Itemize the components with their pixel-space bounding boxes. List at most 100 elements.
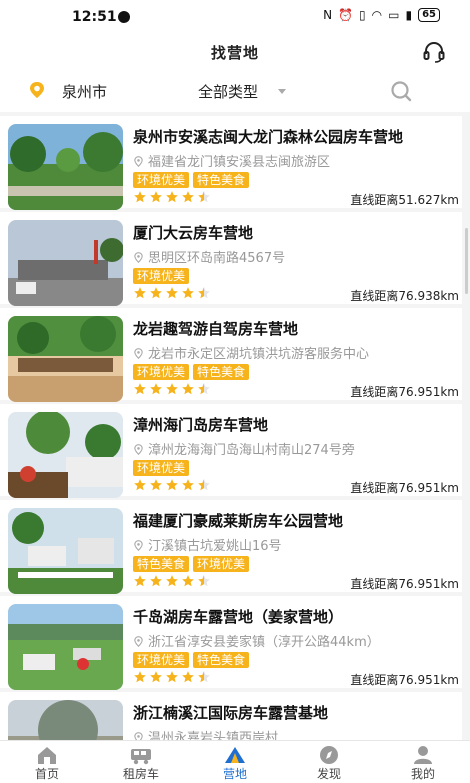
camp-address-text: 福建省龙门镇安溪县志闽旅游区 <box>148 155 331 170</box>
camp-tags: 环境优美 特色美食 <box>133 364 250 380</box>
star-icon <box>134 287 146 299</box>
status-icons: N ⏰ ▯ ◠ ▭ ▮ 65 <box>323 8 440 22</box>
home-icon <box>38 747 56 764</box>
camp-address: 浙江省淳安县姜家镇（淳开公路44km） <box>133 631 380 650</box>
feature-tag: 环境优美 <box>133 652 190 668</box>
camp-card[interactable]: 泉州市安溪志闽大龙门森林公园房车营地 福建省龙门镇安溪县志闽旅游区 环境优美 特色美食… <box>0 116 462 210</box>
star-icon <box>150 191 162 203</box>
tab-compass[interactable]: 发现 <box>282 741 376 783</box>
wifi-icon: ◠ <box>371 8 383 22</box>
status-time: 12:51 <box>72 9 117 25</box>
camp-card[interactable]: 厦门大云房车营地 思明区环岛南路4567号 环境优美 直线距离76.938km <box>0 212 462 306</box>
header: 找营地 <box>0 36 470 70</box>
type-dropdown[interactable]: 全部类型 <box>198 81 258 102</box>
chevron-down-icon <box>278 89 286 94</box>
camp-tags: 环境优美 <box>133 268 190 284</box>
star-icon <box>150 671 162 683</box>
alarm-icon: ⏰ <box>338 8 354 22</box>
location-outline-icon <box>134 252 143 263</box>
scrollbar[interactable] <box>465 228 468 294</box>
star-icon <box>182 671 194 683</box>
page-title: 找营地 <box>210 44 259 62</box>
rating-stars <box>133 286 211 300</box>
camp-address-text: 漳州龙海海门岛海山村南山274号旁 <box>148 443 355 458</box>
star-icon <box>150 287 162 299</box>
camp-address-text: 龙岩市永定区湖坑镇洪坑游客服务中心 <box>148 347 370 362</box>
star-icon <box>166 479 178 491</box>
camp-address: 温州永嘉岩头镇西岸村 <box>133 727 278 740</box>
camp-card[interactable]: 龙岩趣驾游自驾房车营地 龙岩市永定区湖坑镇洪坑游客服务中心 环境优美 特色美食 直线距离… <box>0 308 462 402</box>
rating-stars <box>133 574 211 588</box>
compass-icon <box>320 746 338 764</box>
star-icon <box>134 575 146 587</box>
camp-distance: 直线距离76.951km <box>350 673 459 687</box>
star-icon <box>166 287 178 299</box>
star-icon <box>150 575 162 587</box>
star-icon <box>182 191 194 203</box>
star-icon <box>198 383 210 395</box>
star-icon <box>198 575 210 587</box>
tab-home[interactable]: 首页 <box>0 741 94 783</box>
location-outline-icon <box>134 444 143 455</box>
star-icon <box>182 575 194 587</box>
star-icon <box>198 191 210 203</box>
camp-address: 汀溪镇古坑爱姚山16号 <box>133 535 282 554</box>
star-icon <box>166 191 178 203</box>
star-icon <box>134 383 146 395</box>
location-pin-icon <box>30 82 44 98</box>
filter-bar: 泉州市 全部类型 <box>0 70 470 112</box>
star-icon <box>166 671 178 683</box>
camp-address-text: 温州永嘉岩头镇西岸村 <box>148 731 279 740</box>
camp-address: 漳州龙海海门岛海山村南山274号旁 <box>133 439 355 458</box>
camp-address-text: 思明区环岛南路4567号 <box>148 251 286 266</box>
signal-icon: ▮ <box>405 8 413 22</box>
camp-name: 千岛湖房车露营地（姜家营地） <box>133 608 344 626</box>
tab-camp[interactable]: 营地 <box>188 741 282 783</box>
star-icon <box>166 383 178 395</box>
camp-distance: 直线距离76.951km <box>350 481 459 495</box>
vibrate-icon: ▯ <box>359 8 366 22</box>
star-icon <box>182 287 194 299</box>
camp-card[interactable]: 浙江楠溪江国际房车露营基地 温州永嘉岩头镇西岸村 <box>0 692 462 740</box>
location-outline-icon <box>134 156 143 167</box>
nfc-icon: N <box>323 8 333 22</box>
feature-tag: 环境优美 <box>193 556 250 572</box>
rating-stars <box>133 670 211 684</box>
tab-rv[interactable]: 租房车 <box>94 741 188 783</box>
star-icon <box>198 671 210 683</box>
customer-service-icon[interactable] <box>422 40 446 64</box>
city-selector[interactable]: 泉州市 <box>62 81 107 102</box>
camp-address: 思明区环岛南路4567号 <box>133 247 285 266</box>
search-icon[interactable] <box>390 80 412 102</box>
camp-distance: 直线距离51.627km <box>350 193 459 207</box>
camp-address: 龙岩市永定区湖坑镇洪坑游客服务中心 <box>133 343 369 362</box>
star-icon <box>198 287 210 299</box>
camp-distance: 直线距离76.938km <box>350 289 459 303</box>
notification-dot-icon <box>118 11 130 23</box>
camp-address-text: 浙江省淳安县姜家镇（淳开公路44km） <box>148 635 380 650</box>
hd-icon: ▭ <box>388 8 400 22</box>
camp-thumbnail <box>8 124 123 210</box>
star-icon <box>182 383 194 395</box>
camp-tags: 特色美食 环境优美 <box>133 556 250 572</box>
battery-icon: 65 <box>418 8 440 22</box>
feature-tag: 特色美食 <box>133 556 190 572</box>
camp-card[interactable]: 福建厦门豪威莱斯房车公园营地 汀溪镇古坑爱姚山16号 特色美食 环境优美 直线距离76.… <box>0 500 462 594</box>
camp-card[interactable]: 漳州海门岛房车营地 漳州龙海海门岛海山村南山274号旁 环境优美 直线距离76.951… <box>0 404 462 498</box>
feature-tag: 特色美食 <box>193 364 250 380</box>
star-icon <box>166 575 178 587</box>
camp-tags: 环境优美 特色美食 <box>133 652 250 668</box>
app-screen: 12:51 N ⏰ ▯ ◠ ▭ ▮ 65 找营地 泉州市 全部类型 泉州市安溪志… <box>0 0 470 783</box>
camp-thumbnail <box>8 412 123 498</box>
camp-card[interactable]: 千岛湖房车露营地（姜家营地） 浙江省淳安县姜家镇（淳开公路44km） 环境优美 特色美… <box>0 596 462 690</box>
user-icon <box>414 746 432 764</box>
tab-label: 我的 <box>410 767 435 781</box>
camp-distance: 直线距离76.951km <box>350 577 459 591</box>
star-icon <box>134 479 146 491</box>
tab-label: 营地 <box>222 767 247 781</box>
location-outline-icon <box>134 348 143 359</box>
feature-tag: 环境优美 <box>133 460 190 476</box>
camp-thumbnail <box>8 604 123 690</box>
tab-user[interactable]: 我的 <box>376 741 470 783</box>
location-outline-icon <box>134 540 143 551</box>
